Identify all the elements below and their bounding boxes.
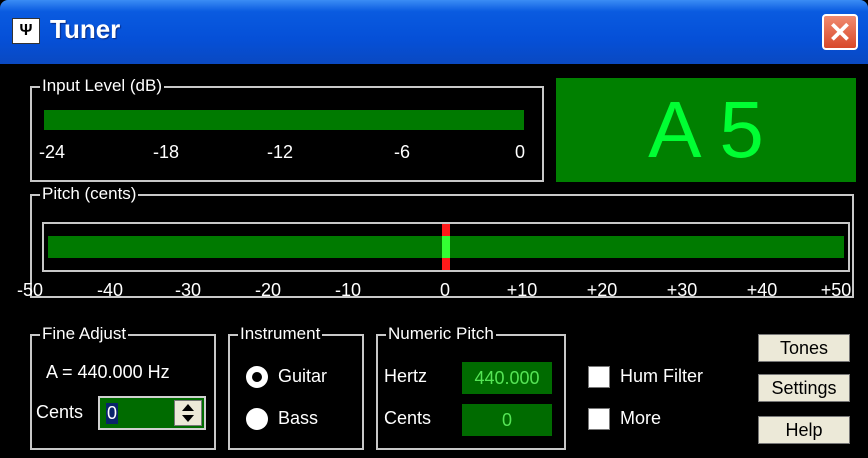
pitch-needle-top (442, 224, 450, 236)
reference-frequency: A = 440.000 Hz (46, 362, 170, 382)
fine-adjust-group: Fine Adjust A = 440.000 Hz Cents 0 (30, 324, 216, 450)
input-level-tick: 0 (514, 142, 526, 162)
pitch-meter-frame (42, 222, 850, 272)
pitch-tick: +20 (586, 280, 618, 300)
close-icon: ✕ (828, 17, 852, 48)
pitch-tick: -10 (334, 280, 362, 300)
input-level-meter (44, 110, 524, 130)
settings-button[interactable]: Settings (758, 374, 850, 402)
pitch-scale: -50 -40 -30 -20 -10 0 +10 +20 +30 +40 +5… (8, 280, 860, 306)
hum-filter-checkbox[interactable] (588, 366, 610, 388)
instrument-group: Instrument Guitar Bass (228, 324, 364, 450)
help-button[interactable]: Help (758, 416, 850, 444)
input-level-tick: -12 (266, 142, 294, 162)
pitch-tick: +40 (746, 280, 778, 300)
numeric-pitch-group: Numeric Pitch Hertz 440.000 Cents 0 (376, 324, 566, 450)
instrument-bass-radio[interactable] (246, 408, 268, 430)
numeric-cents-label: Cents (384, 408, 432, 428)
pitch-tick: +10 (506, 280, 538, 300)
hertz-value-display: 440.000 (462, 362, 552, 394)
fine-cents-stepper[interactable]: 0 (98, 396, 206, 430)
fine-adjust-label: Fine Adjust (40, 324, 129, 344)
input-level-tick: -18 (152, 142, 180, 162)
title-bar[interactable]: Ψ Tuner ✕ (0, 0, 868, 64)
window-title: Tuner (50, 14, 121, 44)
cents-value: 0 (501, 410, 512, 430)
pitch-tick: +30 (666, 280, 698, 300)
hertz-label: Hertz (384, 366, 428, 386)
note-display: A 5 (556, 78, 856, 182)
radio-selected-dot (252, 372, 262, 382)
more-checkbox[interactable] (588, 408, 610, 430)
spin-up-icon[interactable] (182, 404, 194, 411)
pitch-tick: 0 (439, 280, 451, 300)
spin-down-icon[interactable] (182, 415, 194, 422)
pitch-tick: -30 (174, 280, 202, 300)
input-level-scale: -24 -18 -12 -6 0 (32, 142, 542, 166)
hertz-value: 440.000 (474, 368, 540, 388)
input-level-tick: -24 (38, 142, 66, 162)
pitch-needle (442, 236, 450, 258)
close-button[interactable]: ✕ (822, 14, 858, 50)
pitch-needle-bottom (442, 258, 450, 270)
instrument-guitar-radio[interactable] (246, 366, 268, 388)
pitch-tick: -40 (96, 280, 124, 300)
note-name: A 5 (648, 85, 764, 174)
input-level-tick: -6 (393, 142, 411, 162)
cents-value-display: 0 (462, 404, 552, 436)
instrument-guitar-label[interactable]: Guitar (278, 366, 327, 387)
tones-button[interactable]: Tones (758, 334, 850, 362)
tuner-client-area: Input Level (dB) -24 -18 -12 -6 0 A 5 Pi… (8, 64, 860, 458)
tuner-window: Ψ Tuner ✕ Input Level (dB) -24 -18 -12 -… (0, 0, 868, 458)
instrument-bass-label[interactable]: Bass (278, 408, 318, 429)
fine-cents-label: Cents (36, 402, 84, 422)
pitch-tick: +50 (820, 280, 852, 300)
numeric-pitch-label: Numeric Pitch (386, 324, 496, 344)
input-level-label: Input Level (dB) (40, 76, 165, 96)
more-label[interactable]: More (620, 408, 661, 429)
fine-cents-value[interactable]: 0 (106, 403, 119, 424)
hum-filter-label[interactable]: Hum Filter (620, 366, 703, 387)
pitch-tick: -50 (16, 280, 44, 300)
tuning-fork-icon: Ψ (12, 18, 40, 44)
pitch-label: Pitch (cents) (40, 184, 139, 204)
pitch-tick: -20 (254, 280, 282, 300)
input-level-group: Input Level (dB) -24 -18 -12 -6 0 (30, 76, 544, 182)
fine-cents-spin-buttons[interactable] (174, 400, 202, 426)
instrument-label: Instrument (238, 324, 323, 344)
